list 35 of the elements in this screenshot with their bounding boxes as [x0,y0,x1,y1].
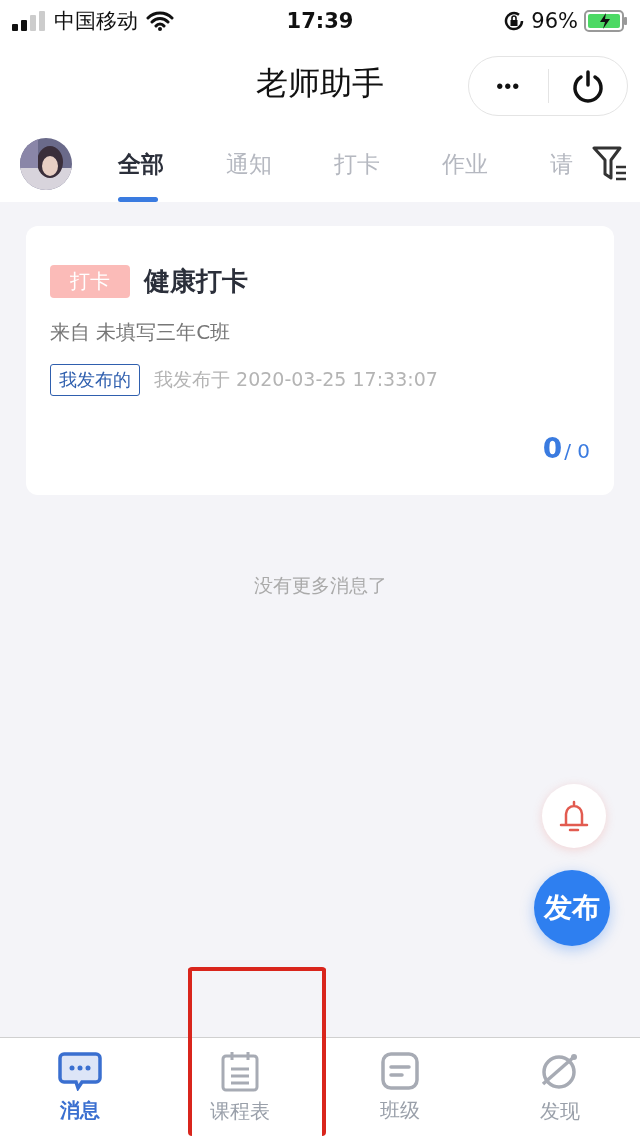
my-post-tag: 我发布的 [50,364,140,396]
rotation-lock-icon [503,10,526,32]
tab[interactable]: 作业 [438,126,546,202]
done-count: 0 [542,432,563,465]
app-title: 老师助手 [256,63,384,104]
carrier-name: 中国移动 [54,8,138,35]
tab[interactable]: 全部 [114,126,222,202]
bell-icon [558,799,590,833]
tab[interactable]: 请 [546,126,576,202]
card-source: 来自 未填写三年C班 [50,319,232,346]
tab[interactable]: 通知 [222,126,330,202]
chat-bubble-icon [58,1050,102,1091]
battery-percent: 96% [531,9,578,33]
publish-time: 我发布于 2020-03-25 17:33:07 [154,367,438,392]
category-tag: 打卡 [50,265,130,298]
status-time: 17:39 [286,9,354,33]
filter-icon[interactable] [592,145,628,183]
card-title: 健康打卡 [144,265,248,298]
note-icon [380,1050,420,1091]
nav-item[interactable]: 课程表 [160,1038,320,1136]
calendar-icon [220,1049,260,1092]
signal-icon [12,11,46,31]
battery-charging-icon [584,10,628,32]
publish-button[interactable]: 发布 [534,870,610,946]
wifi-icon [146,11,174,31]
empty-note: 没有更多消息了 [253,574,387,596]
reminder-button[interactable] [542,784,606,848]
tab[interactable]: 打卡 [330,126,438,202]
message-card[interactable]: 打卡 健康打卡 来自 未填写三年C班 我发布的 我发布于 2020-03-25 17:33:07 0/ 0 [26,226,614,495]
nav-item[interactable]: 班级 [320,1038,480,1136]
power-icon [570,69,605,103]
nav-item[interactable]: 消息 [0,1038,160,1136]
total-count: / 0 [564,439,590,463]
nav-item[interactable]: 发现 [480,1038,640,1136]
more-button[interactable]: ••• [469,57,548,115]
